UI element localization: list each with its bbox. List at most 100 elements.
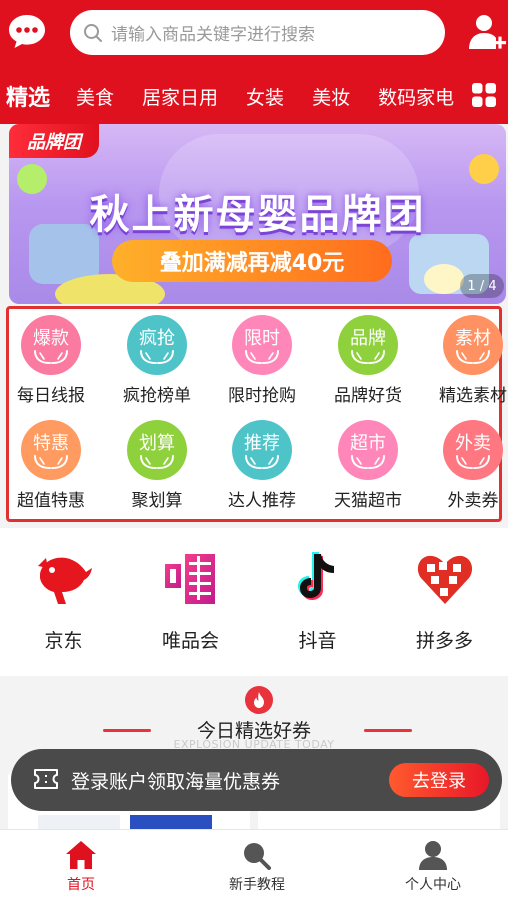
- platform-jd[interactable]: 京东: [0, 548, 127, 653]
- quick-entry-badge: 素材: [443, 315, 503, 375]
- quick-entry-badge: 限时: [232, 315, 292, 375]
- category-tabs: 精选 美食 居家日用 女装 美妆 数码家电: [0, 74, 508, 118]
- hands-icon: [456, 350, 490, 364]
- platform-label: 唯品会: [161, 630, 219, 652]
- quick-entry-badge: 超市: [338, 420, 398, 480]
- tab-food[interactable]: 美食: [76, 83, 114, 110]
- quick-entry-label: 疯抢榜单: [123, 386, 191, 406]
- quick-entry[interactable]: 素材 精选素材: [421, 315, 508, 406]
- quick-entry-badge: 外卖: [443, 420, 503, 480]
- quick-entry-label: 超值特惠: [17, 491, 85, 511]
- quick-entry-badge-text: 外卖: [455, 433, 491, 454]
- quick-entry-badge-text: 特惠: [33, 433, 69, 454]
- tab-women[interactable]: 女装: [246, 83, 284, 110]
- hands-icon: [34, 455, 68, 469]
- tab-home[interactable]: 居家日用: [142, 83, 218, 110]
- quick-entry-badge-text: 品牌: [350, 328, 386, 349]
- tab-selected[interactable]: 精选: [6, 80, 50, 112]
- hands-icon: [351, 350, 385, 364]
- quick-entry-grid: 爆款 每日线报 疯抢 疯抢榜单 限时 限时抢购 品牌 品牌好货 素材 精选素材 特惠 超值特惠 划算 聚划…: [6, 306, 507, 522]
- nav-label: 新手教程: [229, 877, 285, 893]
- quick-entry-badge-text: 爆款: [33, 328, 69, 349]
- quick-entry-badge-text: 推荐: [244, 433, 280, 454]
- quick-entry[interactable]: 品牌 品牌好货: [316, 315, 420, 406]
- home-icon: [66, 841, 96, 869]
- pinduoduo-icon: [417, 555, 472, 604]
- quick-entry[interactable]: 限时 限时抢购: [210, 315, 314, 406]
- quick-entry-badge: 特惠: [21, 420, 81, 480]
- nav-tutorial[interactable]: 新手教程: [197, 840, 317, 894]
- quick-entry-label: 外卖券: [447, 491, 499, 511]
- nav-home[interactable]: 首页: [21, 840, 141, 894]
- banner-deco: [469, 154, 499, 184]
- hands-icon: [351, 455, 385, 469]
- quick-entry[interactable]: 超市 天猫超市: [316, 420, 420, 511]
- hands-icon: [34, 350, 68, 364]
- brand-group-tag: 品牌团: [9, 124, 99, 158]
- jd-dog-icon: [37, 557, 92, 604]
- quick-entry-badge-text: 素材: [455, 328, 491, 349]
- banner-subtitle: 叠加满减再减40元: [112, 240, 392, 282]
- nav-profile[interactable]: 个人中心: [373, 840, 493, 894]
- quick-entry[interactable]: 疯抢 疯抢榜单: [105, 315, 209, 406]
- quick-entry-label: 每日线报: [17, 386, 85, 406]
- quick-entry[interactable]: 推荐 达人推荐: [210, 420, 314, 511]
- search-icon: [244, 843, 271, 870]
- category-grid-icon[interactable]: [472, 83, 496, 107]
- bottom-nav: 首页 新手教程 个人中心: [0, 829, 508, 897]
- platform-douyin[interactable]: 抖音: [254, 548, 381, 653]
- login-button[interactable]: 去登录: [389, 763, 489, 797]
- search-placeholder: 请输入商品关键字进行搜索: [111, 25, 315, 45]
- user-icon: [419, 841, 447, 870]
- login-prompt-bar: 登录账户领取海量优惠券 去登录: [11, 749, 502, 811]
- nav-label: 个人中心: [405, 877, 461, 893]
- ticket-icon: [34, 769, 58, 789]
- login-prompt-text: 登录账户领取海量优惠券: [71, 771, 281, 793]
- tab-digital[interactable]: 数码家电: [378, 83, 454, 110]
- quick-entry-badge-text: 超市: [350, 433, 386, 454]
- quick-entry-label: 品牌好货: [334, 386, 402, 406]
- quick-entry-label: 限时抢购: [228, 386, 296, 406]
- hands-icon: [140, 455, 174, 469]
- platform-row: 京东 唯品会 抖音 拼多多: [0, 528, 508, 676]
- nav-label: 首页: [67, 877, 95, 893]
- quick-entry-badge-text: 疯抢: [139, 328, 175, 349]
- platform-label: 京东: [44, 630, 83, 652]
- platform-label: 拼多多: [415, 630, 473, 652]
- quick-entry-label: 达人推荐: [228, 491, 296, 511]
- hands-icon: [456, 455, 490, 469]
- platform-pinduoduo[interactable]: 拼多多: [381, 548, 508, 653]
- quick-entry[interactable]: 划算 聚划算: [105, 420, 209, 511]
- quick-entry-label: 聚划算: [131, 491, 183, 511]
- quick-entry-badge-text: 划算: [139, 433, 175, 454]
- hands-icon: [140, 350, 174, 364]
- promo-banner[interactable]: 品牌团 秋上新母婴品牌团 叠加满减再减40元 1 / 4: [9, 124, 506, 304]
- tiktok-icon: [297, 552, 334, 600]
- quick-entry[interactable]: 外卖 外卖券: [421, 420, 508, 511]
- platform-vip[interactable]: 唯品会: [127, 548, 254, 653]
- search-box[interactable]: 请输入商品关键字进行搜索: [70, 10, 445, 55]
- quick-entry-badge: 品牌: [338, 315, 398, 375]
- platform-label: 抖音: [298, 630, 337, 652]
- quick-entry-label: 天猫超市: [334, 491, 402, 511]
- quick-entry-label: 精选素材: [439, 386, 507, 406]
- quick-entry-badge: 疯抢: [127, 315, 187, 375]
- quick-entry-badge: 爆款: [21, 315, 81, 375]
- quick-entry-badge: 推荐: [232, 420, 292, 480]
- tab-beauty[interactable]: 美妆: [312, 83, 350, 110]
- vip-icon: [164, 554, 215, 604]
- quick-entry-badge-text: 限时: [244, 328, 280, 349]
- message-icon[interactable]: [8, 13, 46, 51]
- search-icon: [84, 23, 102, 42]
- banner-title: 秋上新母婴品牌团: [89, 192, 426, 238]
- top-header: 请输入商品关键字进行搜索 精选 美食 居家日用 女装 美妆 数码家电: [0, 0, 508, 124]
- user-add-icon[interactable]: [468, 13, 506, 51]
- quick-entry-badge: 划算: [127, 420, 187, 480]
- duck-toy-image: [424, 264, 464, 294]
- fire-icon: [245, 686, 273, 714]
- hands-icon: [245, 455, 279, 469]
- quick-entry[interactable]: 爆款 每日线报: [0, 315, 103, 406]
- hands-icon: [245, 350, 279, 364]
- banner-page-indicator: 1 / 4: [460, 274, 504, 298]
- quick-entry[interactable]: 特惠 超值特惠: [0, 420, 103, 511]
